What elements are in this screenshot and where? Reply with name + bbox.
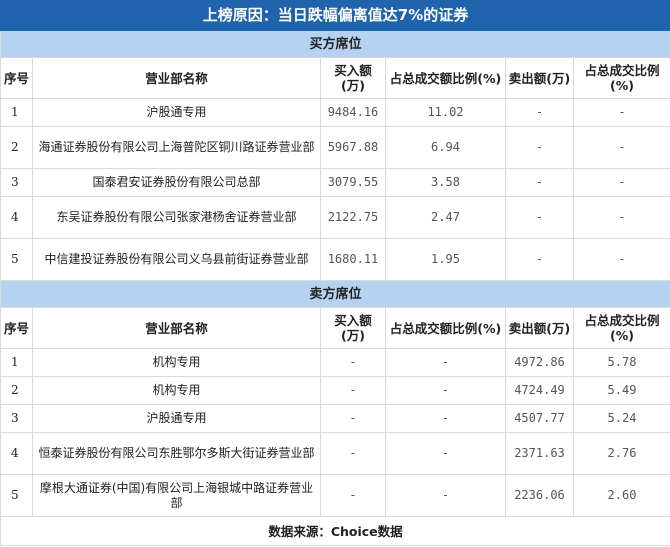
- buy-amount: 9484.16: [320, 98, 386, 127]
- buy-ratio: 6.94: [385, 126, 506, 169]
- branch-name: 机构专用: [32, 348, 321, 377]
- column-header: 买入额(万): [320, 307, 386, 349]
- buy-amount: -: [320, 348, 386, 377]
- column-header: 占总成交比例(%): [573, 57, 670, 99]
- sell-amount: -: [505, 238, 574, 281]
- rank: 3: [0, 404, 33, 433]
- branch-name: 沪股通专用: [32, 98, 321, 127]
- sell-ratio: -: [573, 196, 670, 239]
- column-header: 卖出额(万): [505, 57, 574, 99]
- table-row: 1 机构专用 - -4972.86 5.78: [0, 348, 670, 377]
- buy-amount: -: [320, 376, 386, 405]
- branch-name: 东吴证券股份有限公司张家港杨舍证券营业部: [32, 196, 321, 239]
- buy-ratio: -: [385, 348, 506, 377]
- rank: 3: [0, 168, 33, 197]
- buy-ratio: 1.95: [385, 238, 506, 281]
- branch-name: 沪股通专用: [32, 404, 321, 433]
- sell-ratio: 2.60: [573, 474, 670, 517]
- column-header: 买入额(万): [320, 57, 386, 99]
- sell-amount: -: [505, 168, 574, 197]
- rank: 1: [0, 348, 33, 377]
- buy-ratio: -: [385, 432, 506, 475]
- buy-amount: 3079.55: [320, 168, 386, 197]
- table-row: 1 沪股通专用 9484.16 11.02- -: [0, 98, 670, 127]
- sell-ratio: 5.49: [573, 376, 670, 405]
- branch-name: 机构专用: [32, 376, 321, 405]
- sell-amount: -: [505, 126, 574, 169]
- column-header: 卖出额(万): [505, 307, 574, 349]
- rank: 5: [0, 474, 33, 517]
- column-header: 序号: [0, 57, 33, 99]
- table-row: 3 国泰君安证券股份有限公司总部 3079.55 3.58- -: [0, 168, 670, 197]
- sell-ratio: 2.76: [573, 432, 670, 475]
- rank: 2: [0, 126, 33, 169]
- buy-ratio: 2.47: [385, 196, 506, 239]
- branch-name: 摩根大通证券(中国)有限公司上海银城中路证券营业部: [32, 474, 321, 517]
- column-header: 序号: [0, 307, 33, 349]
- sell-amount: -: [505, 98, 574, 127]
- table-row: 4 东吴证券股份有限公司张家港杨舍证券营业部 2122.75 2.47- -: [0, 196, 670, 239]
- buy-ratio: -: [385, 474, 506, 517]
- sell-ratio: -: [573, 98, 670, 127]
- sell-amount: 4507.77: [505, 404, 574, 433]
- sell-ratio: -: [573, 126, 670, 169]
- column-header: 营业部名称: [32, 307, 321, 349]
- table-title: 上榜原因：当日跌幅偏离值达7%的证券: [0, 0, 670, 31]
- rank: 2: [0, 376, 33, 405]
- buy-amount: 1680.11: [320, 238, 386, 281]
- buy-amount: -: [320, 432, 386, 475]
- rank: 1: [0, 98, 33, 127]
- buy-ratio: -: [385, 376, 506, 405]
- buy-amount: 2122.75: [320, 196, 386, 239]
- branch-name: 国泰君安证券股份有限公司总部: [32, 168, 321, 197]
- buy-ratio: 3.58: [385, 168, 506, 197]
- sell-amount: 2371.63: [505, 432, 574, 475]
- branch-name: 恒泰证券股份有限公司东胜鄂尔多斯大街证券营业部: [32, 432, 321, 475]
- table-row: 5 摩根大通证券(中国)有限公司上海银城中路证券营业部 - -2236.06 2.60: [0, 474, 670, 517]
- sell-ratio: 5.78: [573, 348, 670, 377]
- table-row: 2 海通证券股份有限公司上海普陀区铜川路证券营业部 5967.88 6.94- -: [0, 126, 670, 169]
- branch-name: 海通证券股份有限公司上海普陀区铜川路证券营业部: [32, 126, 321, 169]
- buy-ratio: -: [385, 404, 506, 433]
- buy-amount: -: [320, 404, 386, 433]
- branch-name: 中信建投证券股份有限公司义乌县前街证券营业部: [32, 238, 321, 281]
- table-row: 3 沪股通专用 - -4507.77 5.24: [0, 404, 670, 433]
- sell-ratio: -: [573, 168, 670, 197]
- buy-amount: -: [320, 474, 386, 517]
- buy-amount: 5967.88: [320, 126, 386, 169]
- sell-amount: 2236.06: [505, 474, 574, 517]
- rank: 5: [0, 238, 33, 281]
- rank: 4: [0, 432, 33, 475]
- sell-ratio: -: [573, 238, 670, 281]
- sell-amount: 4972.86: [505, 348, 574, 377]
- sell-amount: 4724.49: [505, 376, 574, 405]
- sell-amount: -: [505, 196, 574, 239]
- buy-ratio: 11.02: [385, 98, 506, 127]
- rank: 4: [0, 196, 33, 239]
- table-row: 4 恒泰证券股份有限公司东胜鄂尔多斯大街证券营业部 - -2371.63 2.76: [0, 432, 670, 475]
- dragon-tiger-table: 上榜原因：当日跌幅偏离值达7%的证券 买方席位 序号 营业部名称 买入额(万) 占总成交…: [0, 0, 670, 546]
- table-row: 2 机构专用 - -4724.49 5.49: [0, 376, 670, 405]
- column-header: 占总成交额比例(%): [385, 307, 506, 349]
- column-header: 占总成交额比例(%): [385, 57, 506, 99]
- table-row: 5 中信建投证券股份有限公司义乌县前街证券营业部 1680.11 1.95- -: [0, 238, 670, 281]
- section-title: 买方席位: [0, 30, 670, 58]
- sell-ratio: 5.24: [573, 404, 670, 433]
- section-title: 卖方席位: [0, 280, 670, 308]
- data-source: 数据来源：Choice数据: [0, 516, 670, 546]
- column-header: 营业部名称: [32, 57, 321, 99]
- column-header: 占总成交比例(%): [573, 307, 670, 349]
